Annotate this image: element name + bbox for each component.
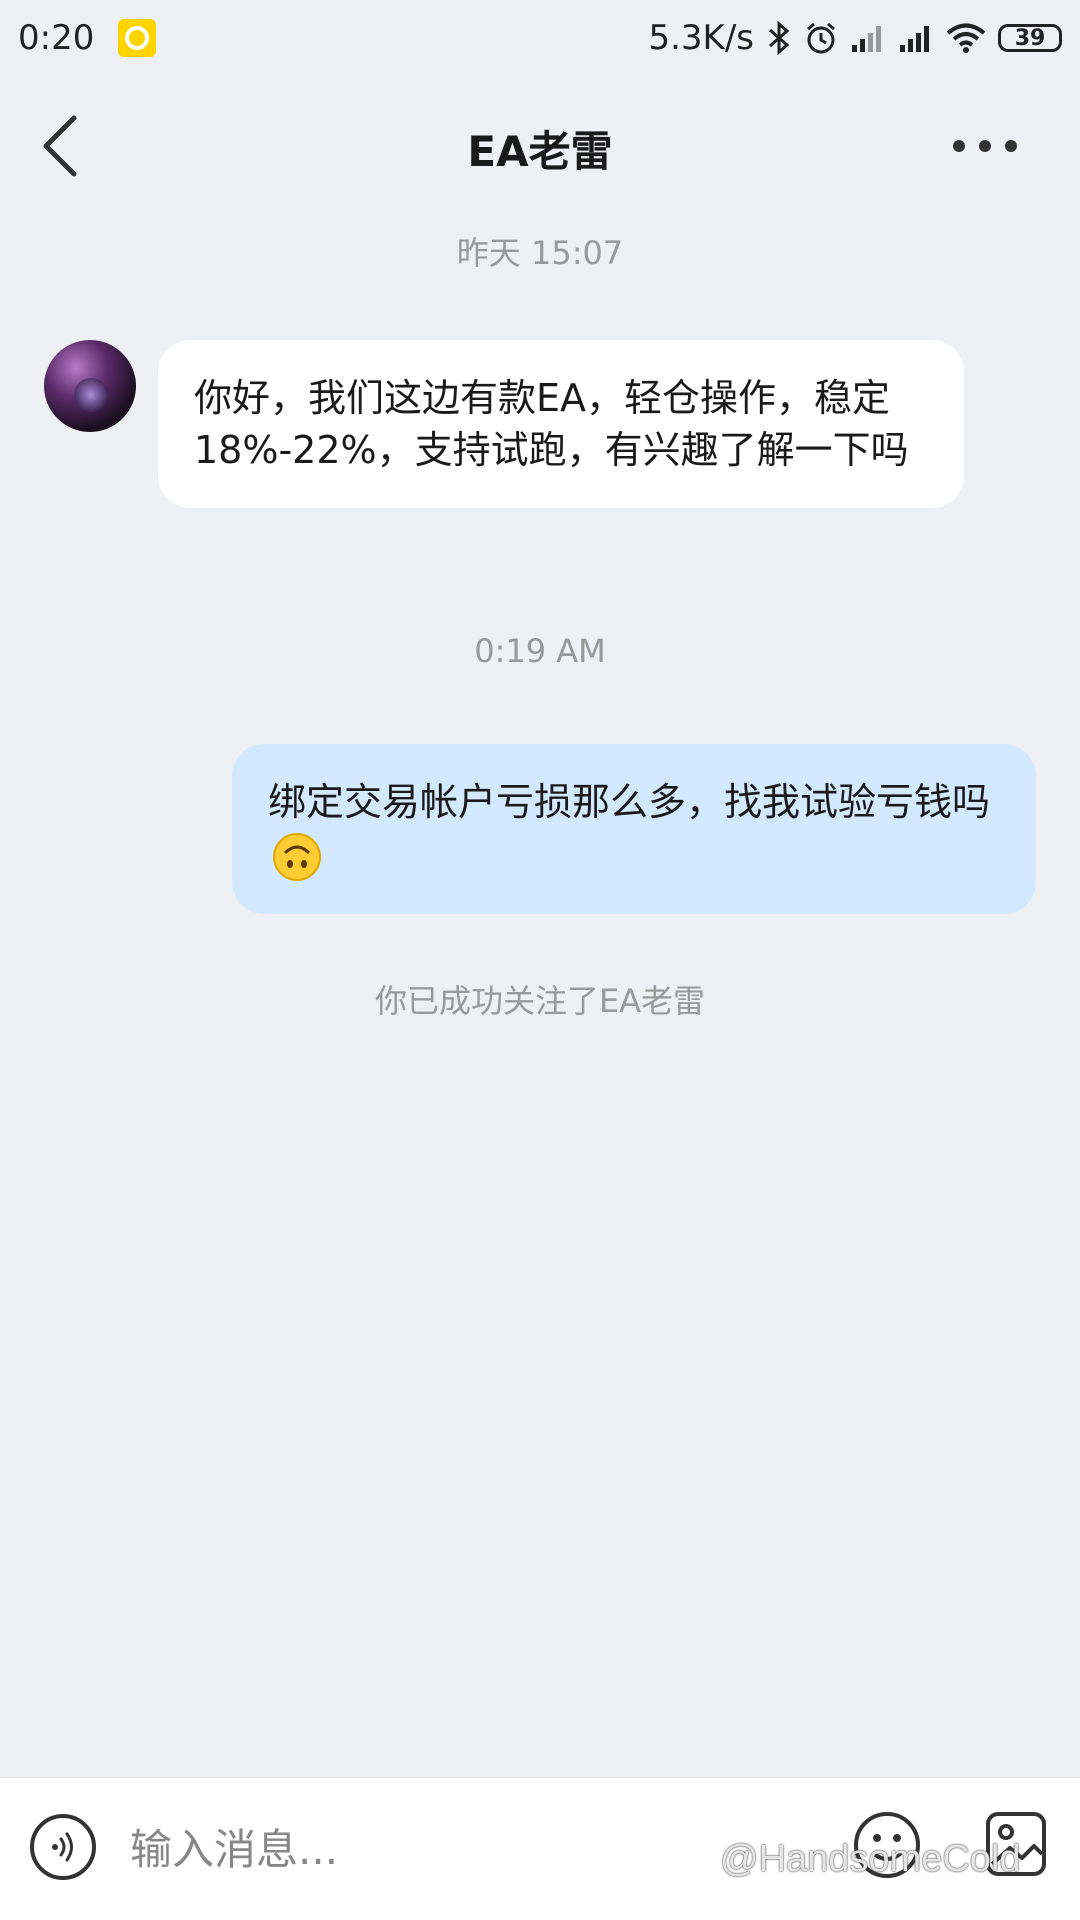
status-bar: 0:20 5.3K/s 39 bbox=[0, 0, 1080, 76]
more-dot bbox=[979, 140, 991, 152]
app-notification-icon bbox=[118, 19, 157, 57]
message-timestamp: 昨天 15:07 bbox=[456, 234, 624, 272]
wifi-icon bbox=[946, 23, 986, 53]
bluetooth-icon bbox=[769, 21, 790, 55]
message-input-bar bbox=[0, 1777, 1080, 1920]
message-input[interactable] bbox=[128, 1806, 692, 1892]
emoji-picker-icon[interactable] bbox=[852, 1810, 922, 1880]
status-time: 0:20 bbox=[18, 18, 95, 58]
more-dot bbox=[953, 140, 965, 152]
alarm-icon bbox=[807, 22, 835, 54]
battery-indicator: 39 bbox=[998, 24, 1062, 52]
voice-icon bbox=[52, 1832, 73, 1862]
signal-icon-2 bbox=[900, 26, 929, 52]
system-notice: 你已成功关注了EA老雷 bbox=[374, 982, 706, 1020]
voice-input-button[interactable] bbox=[30, 1814, 96, 1880]
chat-title: EA老雷 bbox=[467, 127, 613, 176]
image-picker-icon[interactable] bbox=[984, 1808, 1048, 1880]
chat-header: EA老雷 bbox=[0, 88, 1080, 200]
upside-down-face-emoji-icon bbox=[273, 832, 321, 881]
signal-icon-1 bbox=[852, 26, 881, 52]
incoming-message-text: 你好，我们这边有款EA，轻仓操作，稳定18%-22%，支持试跑，有兴趣了解一下吗 bbox=[194, 376, 909, 472]
message-timestamp: 0:19 AM bbox=[474, 632, 606, 670]
incoming-message-bubble[interactable]: 你好，我们这边有款EA，轻仓操作，稳定18%-22%，支持试跑，有兴趣了解一下吗 bbox=[158, 340, 964, 508]
more-dot bbox=[1005, 140, 1017, 152]
outgoing-message-text: 绑定交易帐户亏损那么多，找我试验亏钱吗 bbox=[268, 780, 991, 824]
contact-avatar[interactable] bbox=[44, 340, 136, 432]
network-speed: 5.3K/s bbox=[648, 18, 754, 58]
outgoing-message-bubble[interactable]: 绑定交易帐户亏损那么多，找我试验亏钱吗 bbox=[232, 744, 1036, 914]
more-options-button[interactable] bbox=[930, 122, 1040, 170]
